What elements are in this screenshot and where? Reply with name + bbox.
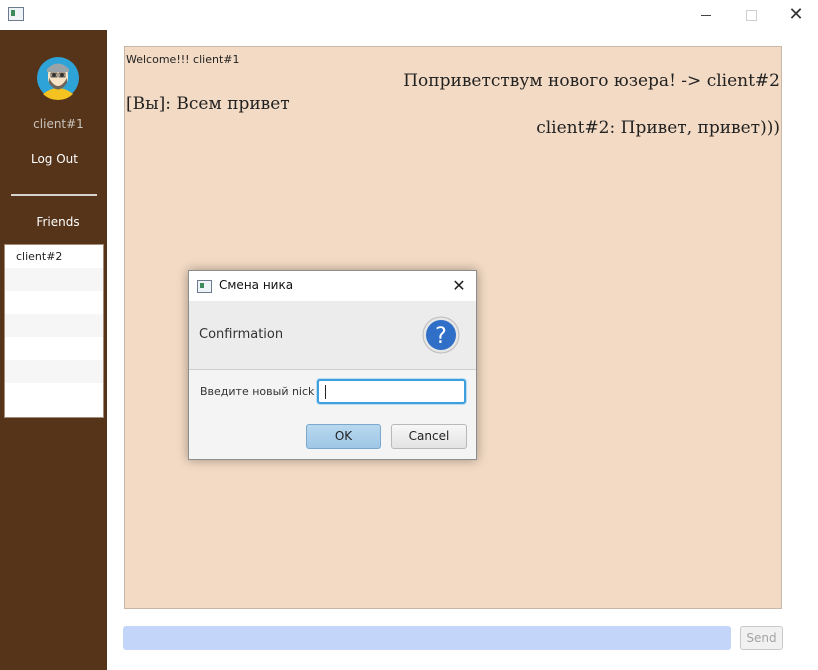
chat-message: Поприветствум нового юзера! -> client#2 bbox=[403, 71, 780, 91]
close-icon: ✕ bbox=[452, 276, 466, 295]
chat-message: [Вы]: Всем привет bbox=[126, 94, 290, 114]
friend-item-empty bbox=[5, 383, 103, 406]
app-window-icon bbox=[8, 7, 24, 21]
dialog-header: Confirmation ? bbox=[189, 301, 476, 370]
new-nick-input[interactable] bbox=[317, 379, 466, 404]
friend-item-empty bbox=[5, 314, 103, 337]
window-close-button[interactable]: ✕ bbox=[782, 4, 810, 26]
sidebar: client#1 Log Out Friends client#2 bbox=[0, 30, 107, 670]
friends-list[interactable]: client#2 bbox=[4, 244, 104, 418]
dialog-window-icon bbox=[197, 280, 212, 293]
friend-item-empty bbox=[5, 337, 103, 360]
friend-item-empty bbox=[5, 291, 103, 314]
chat-message: client#2: Привет, привет))) bbox=[536, 118, 780, 138]
window-titlebar: ✕ bbox=[0, 0, 818, 30]
dialog-heading: Confirmation bbox=[199, 327, 284, 342]
close-icon: ✕ bbox=[788, 4, 804, 25]
dialog-close-button[interactable]: ✕ bbox=[447, 274, 471, 298]
question-icon: ? bbox=[422, 316, 460, 354]
minimize-button[interactable] bbox=[692, 4, 720, 26]
friends-heading: Friends bbox=[36, 215, 80, 229]
ok-button[interactable]: OK bbox=[306, 424, 381, 449]
question-symbol: ? bbox=[435, 324, 447, 349]
text-caret bbox=[325, 385, 326, 399]
welcome-text: Welcome!!! client#1 bbox=[126, 53, 240, 66]
nick-field-label: Введите новый nick bbox=[200, 385, 315, 398]
change-nick-dialog: Смена ника ✕ Confirmation ? Введите новы… bbox=[188, 270, 477, 460]
minimize-icon bbox=[701, 15, 711, 16]
avatar-icon bbox=[37, 57, 79, 100]
send-button[interactable]: Send bbox=[740, 626, 783, 650]
sidebar-divider bbox=[11, 194, 97, 196]
friend-item-empty bbox=[5, 268, 103, 291]
friend-item-empty bbox=[5, 360, 103, 383]
cancel-button[interactable]: Cancel bbox=[391, 424, 467, 449]
logout-button[interactable]: Log Out bbox=[0, 152, 109, 166]
friend-item[interactable]: client#2 bbox=[5, 245, 103, 268]
current-username: client#1 bbox=[33, 117, 84, 131]
dialog-title: Смена ника bbox=[219, 278, 294, 292]
message-input[interactable] bbox=[123, 626, 731, 650]
maximize-button[interactable] bbox=[737, 4, 765, 26]
dialog-titlebar: Смена ника ✕ bbox=[189, 271, 476, 301]
maximize-icon bbox=[746, 10, 757, 21]
